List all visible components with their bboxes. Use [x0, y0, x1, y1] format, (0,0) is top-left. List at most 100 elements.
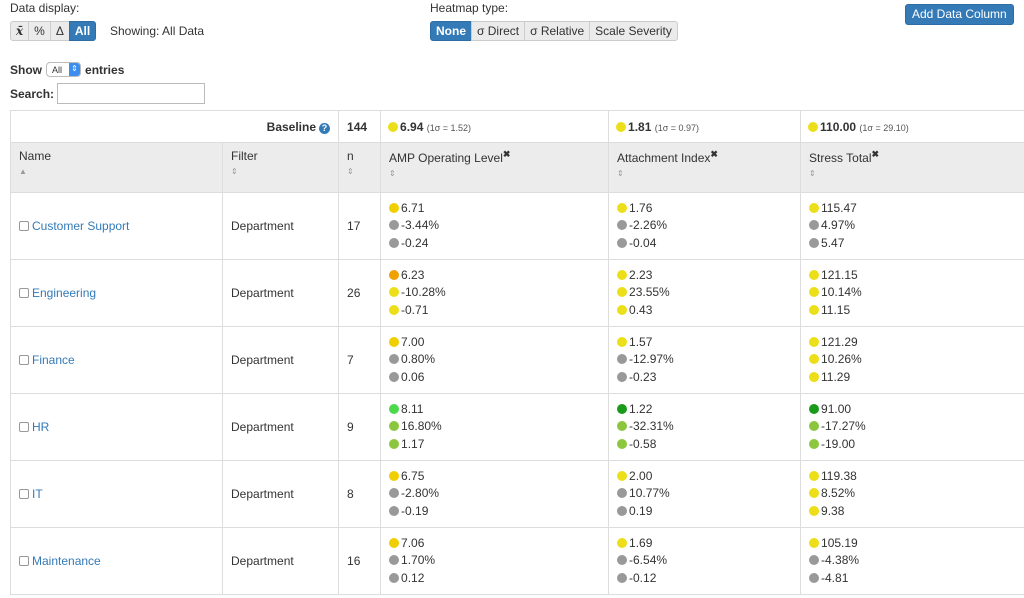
sort-icon[interactable]: ▲ — [19, 167, 214, 176]
status-dot-icon — [617, 220, 628, 231]
metric-value: 10.14% — [821, 285, 862, 300]
status-dot-icon — [809, 354, 820, 365]
metric-value: -19.00 — [821, 436, 856, 451]
name-cell: Finance — [10, 326, 223, 394]
status-dot-icon — [389, 287, 400, 298]
help-icon[interactable]: ? — [319, 122, 331, 134]
status-dot-icon — [617, 488, 628, 499]
status-dot-icon — [617, 505, 628, 516]
metric-line: 105.19 — [809, 535, 1016, 553]
metric-line: 8.52% — [809, 485, 1016, 503]
add-data-column-button[interactable]: Add Data Column — [905, 4, 1014, 25]
status-dot-icon — [617, 403, 628, 414]
metric-line: 6.75 — [389, 468, 600, 486]
search-input[interactable] — [57, 83, 206, 104]
status-dot-icon — [617, 555, 628, 566]
heatmap-button-1[interactable]: σ Direct — [471, 21, 526, 41]
metric-value: 16.80% — [401, 419, 442, 434]
status-dot-icon — [809, 505, 820, 516]
row-name-link[interactable]: HR — [32, 420, 49, 434]
baseline-n: 144 — [338, 110, 382, 143]
column-header-amp-operating-level[interactable]: AMP Operating Level✖ ⇕ — [380, 142, 610, 193]
row-checkbox[interactable] — [19, 355, 29, 365]
metric-value: -10.28% — [401, 285, 446, 300]
column-header-label: AMP Operating Level — [389, 151, 503, 165]
metric-line: 0.19 — [617, 503, 792, 521]
heatmap-button-3[interactable]: Scale Severity — [589, 21, 678, 41]
metric-value: 105.19 — [821, 535, 858, 550]
metric-value: 1.76 — [629, 200, 653, 215]
metric-line: -32.31% — [617, 418, 792, 436]
metric-line: 6.23 — [389, 267, 600, 285]
sort-icon[interactable]: ⇕ — [617, 169, 792, 178]
baseline-label: Baseline — [266, 119, 317, 134]
column-header-stress-total[interactable]: Stress Total✖ ⇕ — [800, 142, 1024, 193]
status-dot-icon — [809, 336, 820, 347]
metric-line: 16.80% — [389, 418, 600, 436]
metric-cell: 115.47 4.97% 5.47 — [800, 192, 1024, 260]
remove-column-icon[interactable]: ✖ — [503, 149, 511, 159]
column-header-name[interactable]: Name ▲ — [10, 142, 223, 193]
row-name-link[interactable]: Customer Support — [32, 219, 129, 233]
row-name-link[interactable]: Maintenance — [32, 554, 101, 568]
metric-cell: 6.75 -2.80% -0.19 — [380, 460, 610, 528]
row-name-link[interactable]: IT — [32, 487, 43, 501]
search-bar: Search: — [10, 83, 206, 104]
column-header-n[interactable]: n ⇕ — [338, 142, 382, 193]
column-header-label: Name — [19, 149, 52, 163]
sort-icon[interactable]: ⇕ — [347, 167, 372, 176]
data-display-button-0[interactable]: x̄ — [10, 21, 30, 41]
data-display-button-2[interactable]: Δ — [49, 21, 70, 41]
metric-line: 119.38 — [809, 468, 1016, 486]
row-checkbox[interactable] — [19, 556, 29, 566]
remove-column-icon[interactable]: ✖ — [710, 149, 718, 159]
n-cell: 17 — [338, 192, 382, 260]
metric-line: 10.26% — [809, 351, 1016, 369]
metric-line: -4.81 — [809, 570, 1016, 588]
sort-icon[interactable]: ⇕ — [389, 169, 600, 178]
heatmap-button-0[interactable]: None — [430, 21, 472, 41]
row-checkbox[interactable] — [19, 489, 29, 499]
metric-line: -0.19 — [389, 503, 600, 521]
metric-line: 9.38 — [809, 503, 1016, 521]
metric-cell: 121.15 10.14% 11.15 — [800, 259, 1024, 327]
status-dot-icon — [389, 269, 400, 280]
row-name-link[interactable]: Finance — [32, 353, 75, 367]
status-dot-icon — [389, 371, 400, 382]
metric-line: 8.11 — [389, 401, 600, 419]
sort-icon[interactable]: ⇕ — [231, 167, 330, 176]
row-checkbox[interactable] — [19, 221, 29, 231]
status-dot-icon — [389, 336, 400, 347]
metric-line: 0.12 — [389, 570, 600, 588]
filter-cell: Department — [221, 259, 340, 327]
data-display-button-3[interactable]: All — [68, 21, 97, 41]
column-header-label: Filter — [231, 149, 258, 163]
metric-line: -2.26% — [617, 217, 792, 235]
metric-line: 23.55% — [617, 284, 792, 302]
column-header-filter[interactable]: Filter ⇕ — [221, 142, 340, 193]
metric-value: 0.12 — [401, 570, 425, 585]
sort-icon[interactable]: ⇕ — [809, 169, 1016, 178]
metric-line: 10.77% — [617, 485, 792, 503]
column-header-attachment-index[interactable]: Attachment Index✖ ⇕ — [608, 142, 802, 193]
metric-value: -17.27% — [821, 419, 866, 434]
status-dot-icon — [809, 555, 820, 566]
metric-value: 0.43 — [629, 302, 653, 317]
data-display-button-1[interactable]: % — [28, 21, 51, 41]
row-checkbox[interactable] — [19, 422, 29, 432]
baseline-sigma: (1σ = 1.52) — [426, 122, 472, 133]
entries-select[interactable]: All ⇕ — [46, 62, 82, 77]
heatmap-button-2[interactable]: σ Relative — [524, 21, 591, 41]
status-dot-icon — [809, 488, 820, 499]
metric-cell: 2.23 23.55% 0.43 — [608, 259, 802, 327]
metric-value: -3.44% — [401, 218, 440, 233]
row-checkbox[interactable] — [19, 288, 29, 298]
table-row: IT Department 8 6.75 -2.80% -0.19 2.00 10.77% 0.… — [10, 460, 1024, 528]
remove-column-icon[interactable]: ✖ — [872, 149, 880, 159]
row-name-link[interactable]: Engineering — [32, 286, 96, 300]
metric-line: -0.23 — [617, 369, 792, 387]
show-entries: Show All ⇕ entries — [10, 62, 124, 77]
metric-value: 10.77% — [629, 486, 670, 501]
metric-value: -2.26% — [629, 218, 668, 233]
metric-line: 0.80% — [389, 351, 600, 369]
